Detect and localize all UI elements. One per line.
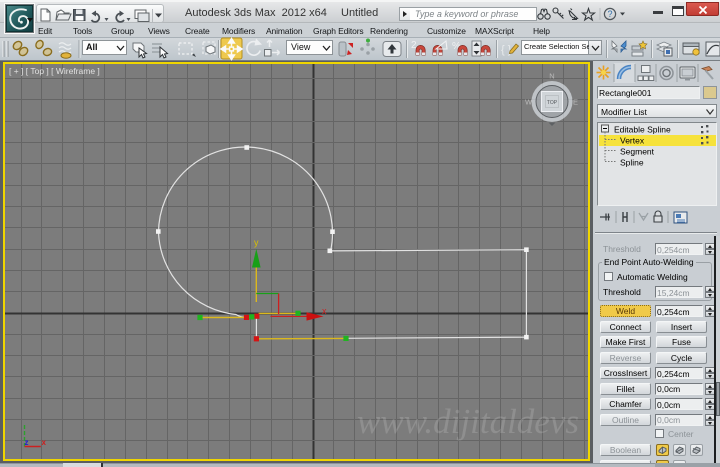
svg-text:x: x [322, 306, 327, 316]
svg-text:y: y [254, 238, 259, 248]
svg-text:?: ? [607, 9, 612, 19]
svg-text:N: N [549, 72, 554, 81]
svg-text:TOP: TOP [547, 100, 558, 106]
svg-text:Editable Spline: Editable Spline [614, 125, 671, 135]
svg-text:{ }: { } [501, 44, 512, 56]
svg-text:W: W [525, 98, 533, 107]
svg-text:Segment: Segment [620, 147, 655, 157]
svg-text:x: x [42, 438, 47, 447]
svg-text:Vertex: Vertex [620, 136, 645, 146]
svg-text:www.dijitaldevs: www.dijitaldevs [357, 402, 579, 441]
svg-text:Spline: Spline [620, 158, 644, 168]
svg-text:z: z [25, 438, 29, 447]
svg-text:E: E [573, 98, 578, 107]
